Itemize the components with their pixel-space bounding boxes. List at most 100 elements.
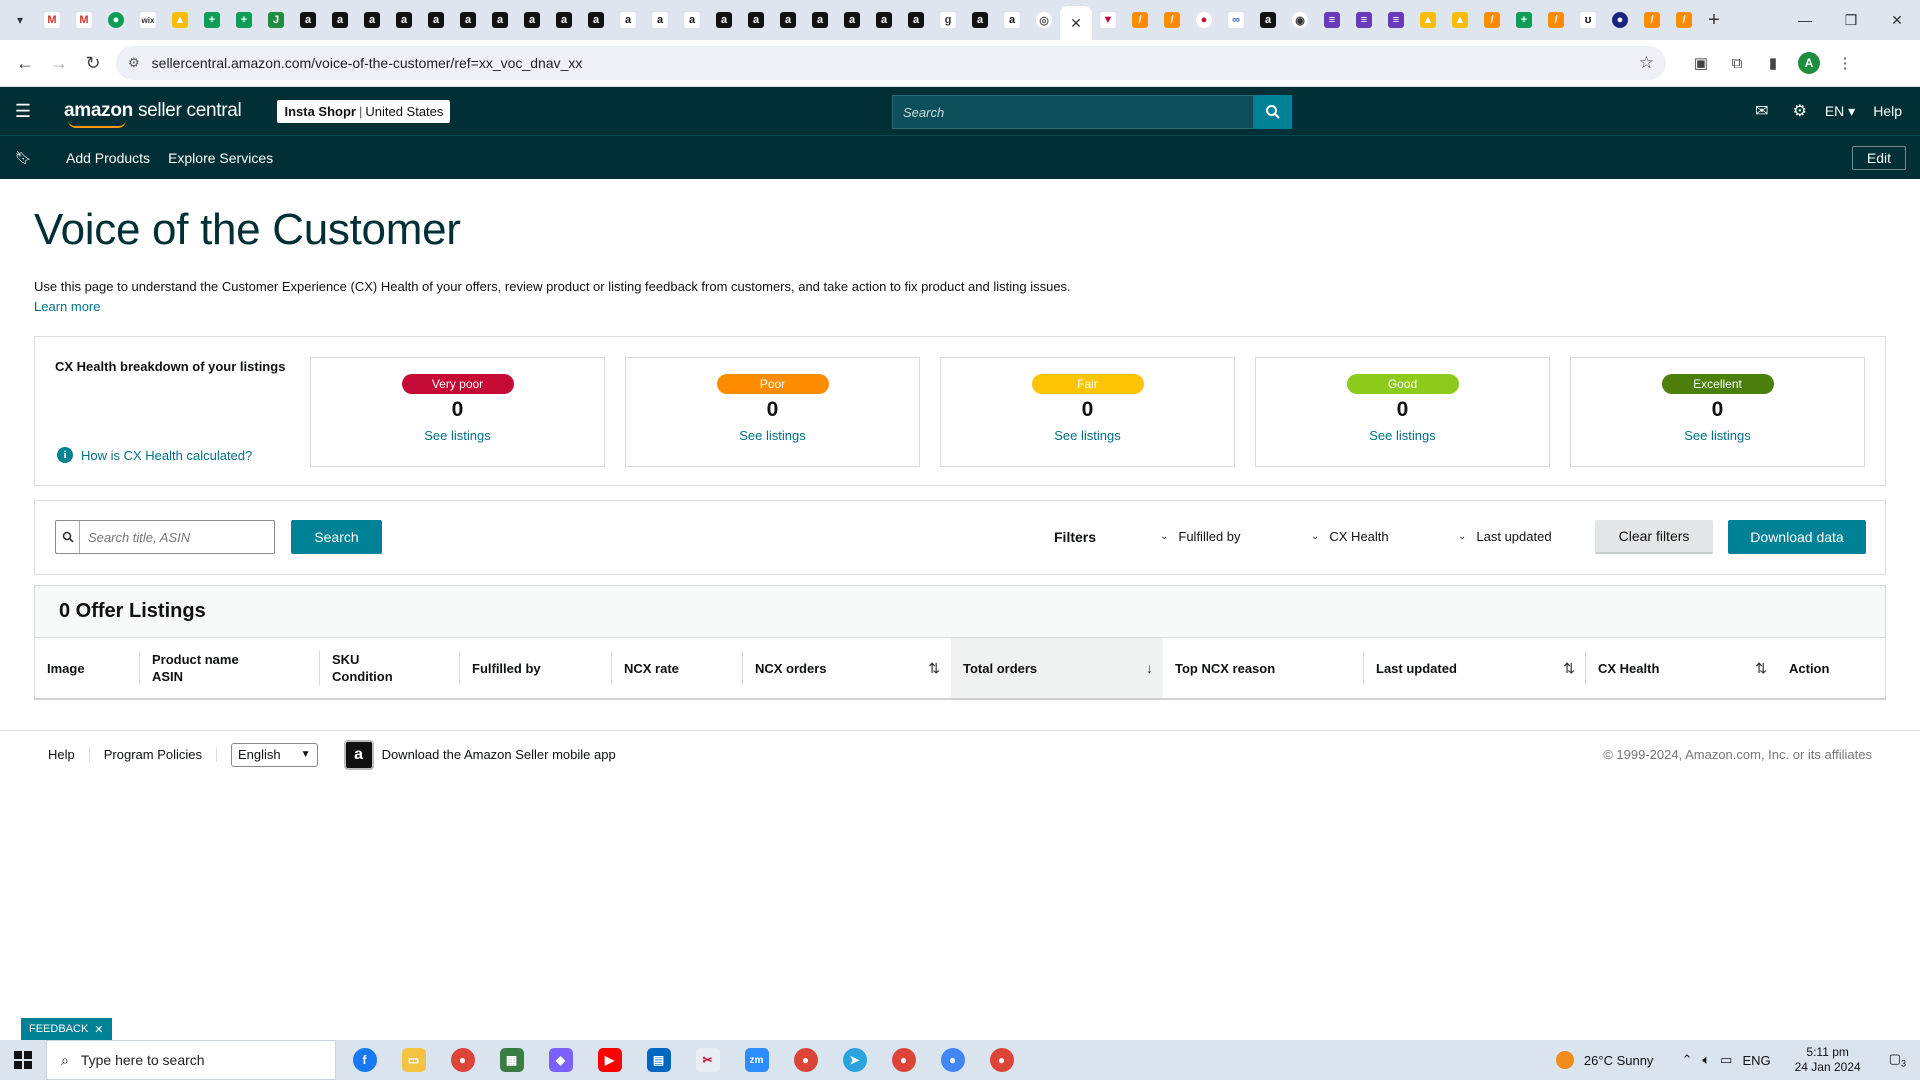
col-last-updated[interactable]: Last updated ⇅ [1363,651,1585,685]
restore-icon[interactable]: ❐ [1828,0,1874,40]
hamburger-menu-icon[interactable]: ☰ [0,101,46,122]
forward-icon[interactable]: → [42,46,76,80]
taskbar-youtube-icon[interactable]: ▶ [585,1040,634,1080]
taskbar-chrome-icon[interactable]: ● [977,1040,1026,1080]
messages-mail-icon[interactable]: ✉ [1743,101,1781,121]
tab-amazon[interactable]: a [708,4,740,36]
url-text[interactable]: sellercentral.amazon.com/voice-of-the-cu… [152,55,1639,71]
clear-filters-button[interactable]: Clear filters [1595,520,1713,554]
help-link[interactable]: Help [1873,103,1902,119]
tab-amazon-smile[interactable]: a [644,4,676,36]
tab-amazon[interactable]: a [516,4,548,36]
footer-language-select[interactable]: English ▼ [231,742,318,767]
tab-generic[interactable]: ● [100,4,132,36]
download-data-button[interactable]: Download data [1728,520,1866,554]
taskbar-search[interactable]: ⌕ Type here to search [46,1040,336,1080]
bookmark-star-icon[interactable]: ☆ [1639,53,1654,73]
speaker-icon[interactable]: 🔈︎ [1702,1052,1710,1068]
taskbar-chrome-icon[interactable]: ● [781,1040,830,1080]
tab-generic[interactable]: ● [1188,4,1220,36]
listing-search-button[interactable]: Search [291,520,382,554]
footer-app-text[interactable]: Download the Amazon Seller mobile app [382,747,616,762]
taskbar-zoom-icon[interactable]: zm [732,1040,781,1080]
tab-amazon[interactable]: a [420,4,452,36]
side-panel-icon[interactable]: ▮ [1762,52,1784,74]
tab-sheets[interactable]: + [1508,4,1540,36]
tab-generic[interactable]: / [1540,4,1572,36]
taskbar-snipping-icon[interactable]: ✂ [683,1040,732,1080]
notifications-icon[interactable]: ▢3 [1889,1051,1906,1069]
see-listings-poor[interactable]: See listings [626,428,919,443]
tab-generic[interactable]: ▼ [1092,4,1124,36]
address-bar[interactable]: ⚙ sellercentral.amazon.com/voice-of-the-… [116,46,1666,80]
sort-icon[interactable]: ⇅ [928,660,940,677]
tab-amazon[interactable]: a [1252,4,1284,36]
fulfilled-by-dropdown[interactable]: ⌄ Fulfilled by [1160,529,1241,544]
settings-gear-icon[interactable]: ⚙ [1781,101,1819,121]
tab-amazon[interactable]: a [580,4,612,36]
tab-globe[interactable]: ◎ [1028,4,1060,36]
tab-gmail[interactable]: M [36,4,68,36]
subnav-add-products[interactable]: Add Products [66,150,150,166]
listing-search-input[interactable] [80,522,274,552]
tab-sheets[interactable]: + [228,4,260,36]
taskbar-telegram-icon[interactable]: ➤ [830,1040,879,1080]
weather-sun-icon[interactable] [1555,1051,1574,1069]
tab-amazon[interactable]: a [868,4,900,36]
tab-generic[interactable]: g [932,4,964,36]
tab-drive[interactable]: ▲ [164,4,196,36]
tab-amazon-smile[interactable]: a [612,4,644,36]
see-listings-very-poor[interactable]: See listings [311,428,604,443]
col-ncx-orders[interactable]: NCX orders ⇅ [742,651,950,685]
footer-app-download[interactable]: a Download the Amazon Seller mobile app [343,739,616,770]
tab-forms[interactable]: ≡ [1380,4,1412,36]
site-info-icon[interactable]: ⚙ [128,55,140,71]
taskbar-file-explorer-icon[interactable]: ▭ [389,1040,438,1080]
footer-program-policies-link[interactable]: Program Policies [90,747,218,762]
tab-amazon[interactable]: a [548,4,580,36]
tab-amazon[interactable]: a [900,4,932,36]
sort-icon[interactable]: ⇅ [1563,660,1575,677]
taskbar-clock[interactable]: 5:11 pm 24 Jan 2024 [1795,1045,1861,1075]
extensions-puzzle-icon[interactable]: ⧉ [1726,52,1748,74]
tab-generic[interactable]: / [1668,4,1700,36]
tab-amazon[interactable]: a [740,4,772,36]
col-total-orders[interactable]: Total orders ↓ [951,638,1163,698]
taskbar-chrome-icon[interactable]: ● [438,1040,487,1080]
network-icon[interactable]: ▭ [1720,1052,1732,1068]
windows-start-icon[interactable] [0,1040,46,1080]
new-tab-icon[interactable]: + [1700,6,1728,34]
taskbar-facebook-icon[interactable]: f [340,1040,389,1080]
taskbar-calculator-icon[interactable]: ▦ [487,1040,536,1080]
tab-drive[interactable]: ▲ [1412,4,1444,36]
learn-more-link[interactable]: Learn more [34,299,1886,314]
cx-health-how-text[interactable]: How is CX Health calculated? [81,448,252,463]
bookmark-icon[interactable]: 🔖︎ [0,150,46,166]
tab-drive[interactable]: ▲ [1444,4,1476,36]
tab-generic[interactable]: wix [132,4,164,36]
extension-off-icon[interactable]: ▣ [1690,52,1712,74]
close-window-icon[interactable]: ✕ [1874,0,1920,40]
minimize-icon[interactable]: — [1782,0,1828,40]
cx-health-dropdown[interactable]: ⌄ CX Health [1311,529,1389,544]
tab-search-icon[interactable]: ▾ [8,8,32,32]
tab-forms[interactable]: ≡ [1348,4,1380,36]
back-icon[interactable]: ← [8,46,42,80]
tab-generic[interactable]: ∞ [1220,4,1252,36]
tab-forms[interactable]: ≡ [1316,4,1348,36]
cx-health-how-link[interactable]: i How is CX Health calculated? [57,447,252,463]
header-search-button[interactable] [1254,95,1292,129]
sort-descending-icon[interactable]: ↓ [1146,660,1153,676]
tab-generic[interactable]: ʊ [1572,4,1604,36]
last-updated-dropdown[interactable]: ⌄ Last updated [1458,529,1552,544]
taskbar-chrome-icon[interactable]: ● [928,1040,977,1080]
footer-help-link[interactable]: Help [34,747,90,762]
tab-amazon[interactable]: a [388,4,420,36]
taskbar-store-icon[interactable]: ▤ [634,1040,683,1080]
tab-amazon[interactable]: a [452,4,484,36]
tab-amazon[interactable]: a [356,4,388,36]
see-listings-excellent[interactable]: See listings [1571,428,1864,443]
seller-central-logo[interactable]: amazon seller central [64,100,242,128]
feedback-tab[interactable]: FEEDBACK ✕ [21,1018,112,1040]
tab-amazon-smile[interactable]: a [676,4,708,36]
